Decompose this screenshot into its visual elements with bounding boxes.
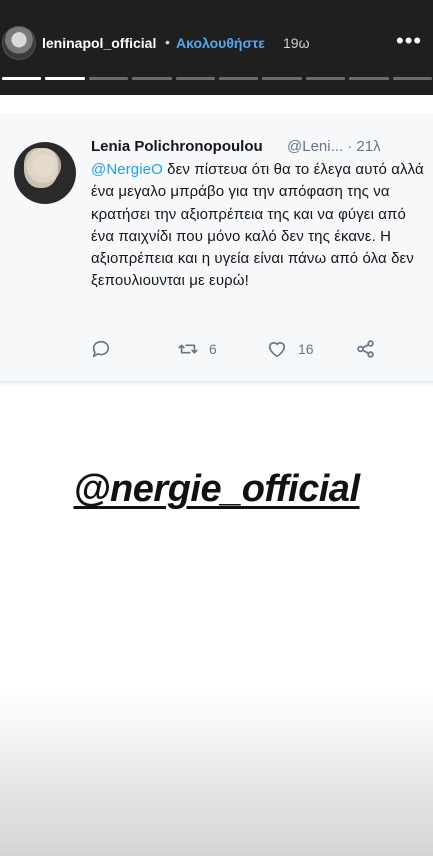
profile-avatar[interactable] bbox=[2, 26, 36, 60]
progress-segment bbox=[45, 77, 85, 80]
story-timestamp: 19ω bbox=[283, 35, 310, 51]
progress-segment bbox=[132, 77, 172, 80]
retweet-icon bbox=[178, 344, 198, 354]
tweet-author-name[interactable]: Lenia Polichronopoulou bbox=[91, 138, 263, 155]
bottom-gradient bbox=[0, 690, 433, 856]
reply-icon bbox=[92, 340, 110, 358]
progress-segment bbox=[392, 77, 433, 80]
progress-segment bbox=[305, 77, 346, 80]
progress-segment bbox=[88, 77, 129, 80]
follow-button[interactable]: Ακολουθήστε bbox=[176, 35, 265, 51]
tweet-text: @NergieO δεν πίστευα ότι θα το έλεγα αυτ… bbox=[91, 159, 426, 293]
progress-segment bbox=[219, 77, 259, 80]
story-username[interactable]: leninapol_official bbox=[42, 35, 156, 51]
tweet-avatar[interactable] bbox=[14, 142, 76, 204]
share-button[interactable] bbox=[355, 337, 377, 361]
separator-dot: • bbox=[165, 34, 170, 50]
progress-segment bbox=[349, 77, 389, 80]
share-icon bbox=[357, 340, 374, 358]
tweet-divider bbox=[0, 381, 433, 387]
mention-sticker[interactable]: @nergie_official bbox=[0, 468, 433, 511]
story-header: leninapol_official • Ακολουθήστε 19ω ••• bbox=[0, 0, 433, 95]
tweet-mention[interactable]: @NergieO bbox=[91, 161, 163, 178]
tweet-handle-time: @Leni... · 21λ bbox=[287, 138, 381, 155]
retweet-count: 6 bbox=[209, 341, 217, 357]
reply-button[interactable] bbox=[90, 337, 112, 361]
tweet-actions: 6 16 bbox=[0, 337, 433, 361]
progress-segment bbox=[175, 77, 216, 80]
story-progress-bar bbox=[2, 77, 433, 80]
like-icon bbox=[268, 342, 286, 358]
retweet-button[interactable]: 6 bbox=[177, 337, 217, 361]
progress-segment bbox=[262, 77, 302, 80]
tweet-body: δεν πίστευα ότι θα το έλεγα αυτό αλλά έν… bbox=[91, 161, 424, 290]
like-button[interactable]: 16 bbox=[266, 337, 314, 361]
progress-segment bbox=[2, 77, 42, 80]
more-options-icon[interactable]: ••• bbox=[396, 28, 422, 54]
avatar-hair bbox=[24, 148, 58, 188]
like-count: 16 bbox=[298, 341, 314, 357]
white-band bbox=[0, 95, 433, 113]
